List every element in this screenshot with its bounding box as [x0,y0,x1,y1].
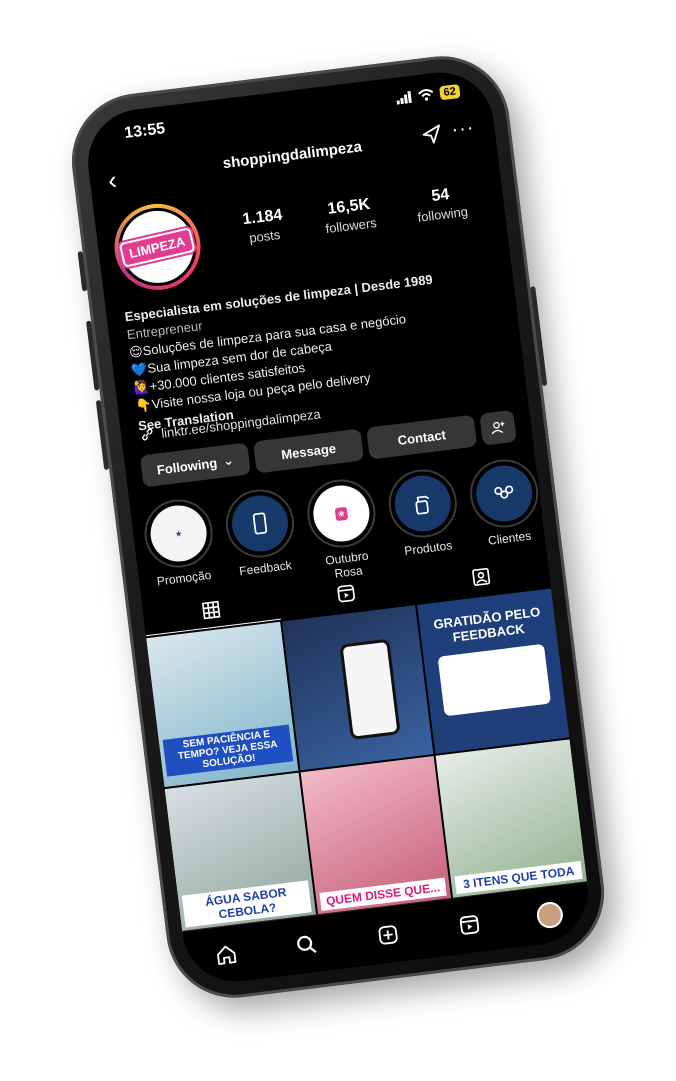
stat-followers[interactable]: 16,5K followers [322,195,378,236]
create-post-icon[interactable] [374,920,403,949]
highlight-cover [472,462,536,525]
status-icons: 62 [395,83,461,106]
following-button[interactable]: Following ⌄ [139,442,251,488]
mini-logo-icon: ❀ [334,506,349,521]
avatar-image: LIMPEZA [117,206,198,288]
reels-icon [337,584,355,603]
volume-down-button [95,399,110,471]
spray-bottle-icon [415,495,430,515]
home-icon[interactable] [212,940,241,969]
group-icon [494,485,514,499]
phone-frame: 13:55 62 ‹ shoppingdalimpeza ··· LIMPEZA… [64,48,612,1006]
suggested-users-button[interactable] [479,409,517,446]
contact-button[interactable]: Contact [366,414,478,460]
highlight-label: Promoção [156,567,213,589]
highlight-ring: ❀ [303,475,380,552]
promo-sign-icon: ★ [174,528,183,539]
tagged-person-icon [472,567,491,586]
phone-hand-icon [252,512,268,535]
following-button-label: Following [155,454,218,478]
message-button[interactable]: Message [252,428,365,474]
mute-switch [77,251,88,292]
stat-posts-count: 1.184 [241,206,284,229]
stat-posts-label: posts [248,226,282,246]
highlight-feedback[interactable]: Feedback [221,485,303,593]
avatar[interactable]: LIMPEZA [109,198,206,295]
stat-following[interactable]: 54 following [414,184,469,225]
highlight-cover: ❀ [310,482,373,545]
wifi-icon [417,89,434,101]
avatar-mini [535,900,565,930]
post-thumbnail[interactable]: GRATIDÃO PELO FEEDBACK [417,588,570,754]
posts-grid: SEM PACIÊNCIA E TEMPO? VEJA ESSA SOLUÇÃO… [146,588,588,938]
post-thumbnail[interactable]: SEM PACIÊNCIA E TEMPO? VEJA ESSA SOLUÇÃO… [146,621,299,788]
post-thumbnail[interactable] [281,605,434,771]
highlight-label: Produtos [403,538,453,559]
feedback-card [437,643,552,717]
profile-stats: 1.184 posts 16,5K followers 54 following [221,182,489,249]
clock: 13:55 [123,120,167,143]
highlight-label: Feedback [238,557,293,579]
post-thumbnail[interactable]: 3 ITENS QUE TODA [435,739,588,905]
highlight-label: Clientes [487,528,533,548]
highlight-cover: ★ [147,502,210,565]
highlight-ring [384,465,461,542]
link-icon [142,428,153,441]
phone-mockup [338,638,401,741]
add-person-icon [491,421,505,435]
post-thumbnail[interactable]: ÁGUA SABOR CEBOLA? [164,772,317,938]
highlight-ring [222,485,298,562]
highlight-ring: ★ [140,495,217,572]
highlight-ring [466,455,543,532]
signal-icon [396,90,412,105]
contact-button-label: Contact [396,426,447,448]
stat-posts[interactable]: 1.184 posts [241,207,285,247]
more-options-icon[interactable]: ··· [450,116,476,142]
highlight-cover [228,492,292,555]
highlight-clientes[interactable]: Clientes [465,455,547,563]
post-thumbnail[interactable]: QUEM DISSE QUE... [300,756,453,922]
highlight-promocao[interactable]: ★ Promoção [140,495,222,603]
post-caption: GRATIDÃO PELO FEEDBACK [432,604,542,645]
highlight-cover [391,472,454,535]
post-caption: SEM PACIÊNCIA E TEMPO? VEJA ESSA SOLUÇÃO… [162,724,293,777]
profile-nav-avatar[interactable] [535,900,565,930]
volume-up-button [86,320,100,391]
brand-logo: LIMPEZA [119,226,196,268]
grid-icon [201,600,221,619]
battery-indicator: 62 [438,83,461,101]
highlight-outubro-rosa[interactable]: ❀ Outubro Rosa [302,475,384,583]
reels-nav-icon[interactable] [455,911,484,940]
stage: 13:55 62 ‹ shoppingdalimpeza ··· LIMPEZA… [0,0,676,1081]
highlight-produtos[interactable]: Produtos [384,465,466,573]
screen: 13:55 62 ‹ shoppingdalimpeza ··· LIMPEZA… [82,66,594,988]
message-button-label: Message [280,440,337,462]
search-icon[interactable] [293,930,322,959]
avatar-border: LIMPEZA [114,203,201,291]
chevron-down-icon: ⌄ [222,452,235,469]
power-button [530,286,548,387]
send-icon[interactable] [420,122,445,147]
